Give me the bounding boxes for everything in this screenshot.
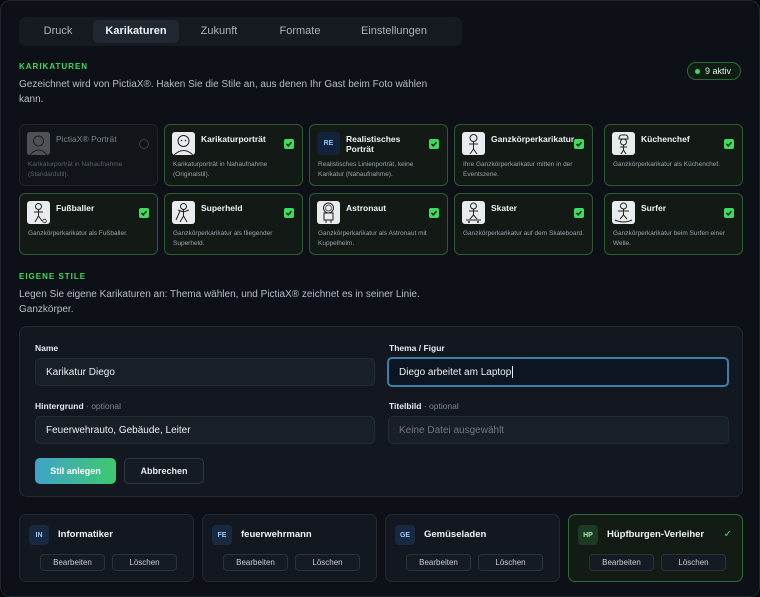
theme-input[interactable]: Diego arbeitet am Laptop (387, 357, 729, 387)
custom-style-card-informatiker: IN Informatiker Bearbeiten Löschen (19, 514, 194, 582)
style-name: Gemüseladen (424, 529, 487, 540)
style-title: Ganzkörperkarikatur (491, 134, 575, 144)
checkbox-checked-icon[interactable] (284, 208, 294, 218)
style-card-pictiax-portrait[interactable]: PictiaX® Porträt Karikaturporträt in Nah… (19, 124, 158, 186)
section-title-eigene-stile: EIGENE STILE (19, 272, 87, 281)
caricature-thumbnail-icon (172, 132, 195, 155)
style-description: Ganzkörperkarikatur als Küchenchef. (613, 161, 720, 168)
style-card-surfer[interactable]: Surfer Ganzkörperkarikatur beim Surfen e… (604, 193, 743, 255)
create-style-form: Name Karikatur Diego Thema / Figur Diego… (19, 326, 743, 497)
style-name: feuerwehrmann (241, 529, 312, 540)
style-description: Ihre Ganzkörperkarikatur mitten in der E… (463, 161, 573, 178)
active-count-badge: 9 aktiv (686, 62, 741, 80)
background-input[interactable]: Feuerwehrauto, Gebäude, Leiter (35, 416, 375, 444)
checkbox-checked-icon[interactable] (429, 139, 439, 149)
surfer-thumbnail-icon (612, 201, 635, 224)
style-name: Informatiker (58, 529, 113, 540)
style-title: Karikaturporträt (201, 134, 266, 144)
name-label: Name (35, 343, 59, 353)
style-avatar: HP (578, 525, 598, 545)
style-code-avatar: RE (317, 132, 340, 155)
delete-button[interactable]: Löschen (661, 554, 726, 571)
style-avatar: FE (212, 525, 232, 545)
checkmark-icon: ✓ (723, 529, 732, 540)
create-style-button[interactable]: Stil anlegen (35, 458, 116, 484)
style-description: Karikaturporträt in Nahaufnahme (Origina… (173, 161, 268, 178)
edit-button[interactable]: Bearbeiten (223, 554, 288, 571)
style-checkbox[interactable] (139, 139, 149, 149)
chef-thumbnail-icon (612, 132, 635, 155)
style-card-realistisches-portraet[interactable]: RE Realistisches Porträt Realistisches L… (309, 124, 448, 186)
tab-zukunft[interactable]: Zukunft (179, 20, 259, 43)
style-description: Ganzkörperkarikatur als fliegender Super… (173, 230, 273, 247)
superhero-thumbnail-icon (172, 201, 195, 224)
style-description: Realistisches Linienporträt, keine Karik… (318, 161, 414, 178)
status-dot-icon (694, 68, 700, 74)
delete-button[interactable]: Löschen (112, 554, 177, 571)
custom-style-card-gemueseladen: GE Gemüseladen Bearbeiten Löschen (385, 514, 560, 582)
checkbox-checked-icon[interactable] (574, 208, 584, 218)
style-card-ganzkoerperkarikatur[interactable]: Ganzkörperkarikatur Ihre Ganzkörperkarik… (454, 124, 593, 186)
checkbox-checked-icon[interactable] (724, 139, 734, 149)
style-title: Skater (491, 203, 517, 213)
tab-karikaturen[interactable]: Karikaturen (93, 20, 179, 43)
theme-label: Thema / Figur (389, 343, 445, 353)
style-avatar: IN (29, 525, 49, 545)
style-description: Ganzkörperkarikatur als Fußballer. (28, 230, 128, 237)
footballer-thumbnail-icon (27, 201, 50, 224)
fullbody-thumbnail-icon (462, 132, 485, 155)
skater-thumbnail-icon (462, 201, 485, 224)
tab-druck[interactable]: Druck (23, 20, 93, 43)
cancel-button[interactable]: Abbrechen (124, 458, 204, 484)
portrait-thumbnail-icon (27, 132, 50, 155)
tab-formate[interactable]: Formate (259, 20, 341, 43)
style-title: Küchenchef (641, 134, 690, 144)
delete-button[interactable]: Löschen (478, 554, 543, 571)
checkbox-checked-icon[interactable] (724, 208, 734, 218)
cover-image-label: Titelbild · optional (389, 401, 459, 411)
style-avatar: GE (395, 525, 415, 545)
text-caret (512, 366, 514, 378)
style-card-fussballer[interactable]: Fußballer Ganzkörperkarikatur als Fußbal… (19, 193, 158, 255)
checkbox-checked-icon[interactable] (139, 208, 149, 218)
settings-panel: Druck Karikaturen Zukunft Formate Einste… (0, 0, 760, 597)
style-card-karikaturportraet[interactable]: Karikaturporträt Karikaturporträt in Nah… (164, 124, 303, 186)
checkbox-checked-icon[interactable] (574, 139, 584, 149)
delete-button[interactable]: Löschen (295, 554, 360, 571)
style-title: Realistisches Porträt (346, 134, 401, 154)
style-card-skater[interactable]: Skater Ganzkörperkarikatur auf dem Skate… (454, 193, 593, 255)
style-description: Ganzkörperkarikatur als Astronaut mit Ku… (318, 230, 427, 247)
edit-button[interactable]: Bearbeiten (406, 554, 471, 571)
style-card-superheld[interactable]: Superheld Ganzkörperkarikatur als fliege… (164, 193, 303, 255)
checkbox-checked-icon[interactable] (284, 139, 294, 149)
background-label: Hintergrund · optional (35, 401, 121, 411)
section-title-karikaturen: KARIKATUREN (19, 62, 89, 71)
own-styles-description: Legen Sie eigene Karikaturen an: Thema w… (19, 289, 420, 315)
custom-style-card-feuerwehrmann: FE feuerwehrmann Bearbeiten Löschen (202, 514, 377, 582)
style-title: Astronaut (346, 203, 387, 213)
style-title: PictiaX® Porträt (56, 134, 117, 144)
edit-button[interactable]: Bearbeiten (40, 554, 105, 571)
style-description: Karikaturporträt in Nahaufnahme (Standar… (28, 161, 123, 178)
style-title: Surfer (641, 203, 667, 213)
section-description: Gezeichnet wird von PictiaX®. Haken Sie … (19, 79, 428, 105)
checkbox-checked-icon[interactable] (429, 208, 439, 218)
style-name: Hüpfburgen-Verleiher (607, 529, 705, 540)
style-card-kuechenchef[interactable]: Küchenchef Ganzkörperkarikatur als Küche… (604, 124, 743, 186)
style-card-astronaut[interactable]: Astronaut Ganzkörperkarikatur als Astron… (309, 193, 448, 255)
tab-einstellungen[interactable]: Einstellungen (341, 20, 447, 43)
edit-button[interactable]: Bearbeiten (589, 554, 654, 571)
cover-image-file-input[interactable]: Keine Datei ausgewählt (388, 416, 729, 444)
style-title: Fußballer (56, 203, 95, 213)
style-description: Ganzkörperkarikatur auf dem Skateboard. (463, 230, 585, 237)
custom-style-card-huepfburgen-verleiher: HP Hüpfburgen-Verleiher ✓ Bearbeiten Lös… (568, 514, 743, 582)
astronaut-thumbnail-icon (317, 201, 340, 224)
tab-bar: Druck Karikaturen Zukunft Formate Einste… (19, 17, 462, 46)
style-description: Ganzkörperkarikatur beim Surfen einer We… (613, 230, 725, 247)
name-input[interactable]: Karikatur Diego (35, 358, 375, 386)
style-title: Superheld (201, 203, 243, 213)
